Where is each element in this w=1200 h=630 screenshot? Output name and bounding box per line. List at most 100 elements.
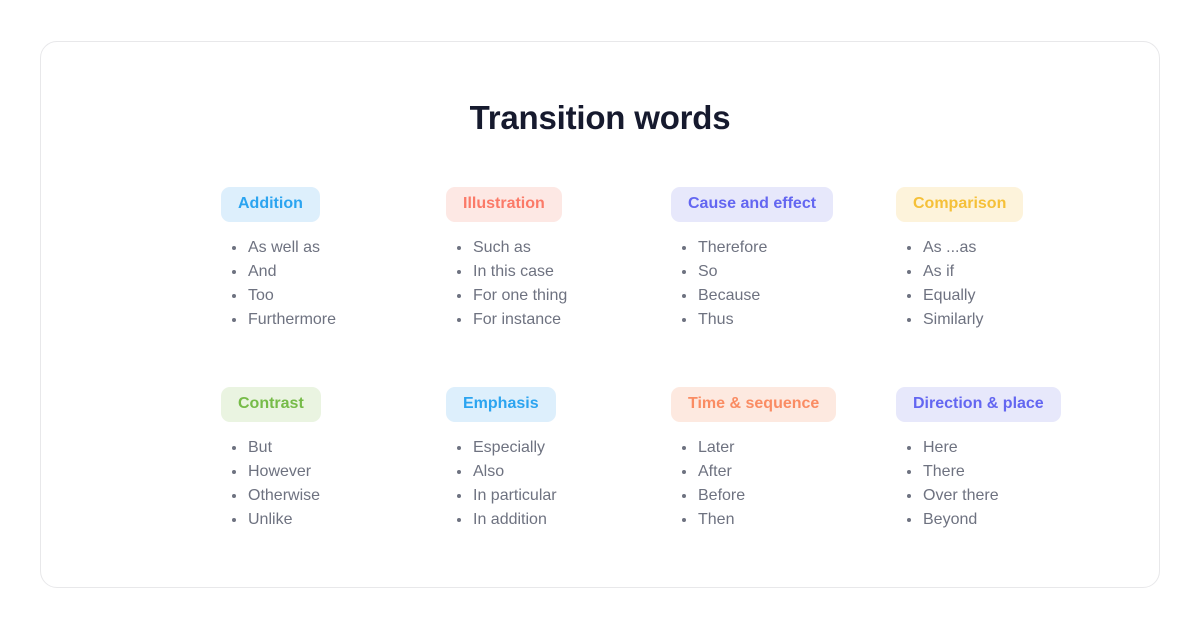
word-list: Here There Over there Beyond xyxy=(896,436,1081,532)
word-list: Especially Also In particular In addition xyxy=(446,436,631,532)
bullet-icon xyxy=(907,470,911,474)
word-list: As well as And Too Furthermore xyxy=(221,236,406,332)
list-item: Equally xyxy=(906,284,1081,308)
bullet-icon xyxy=(457,518,461,522)
bullet-icon xyxy=(682,470,686,474)
word-label: Before xyxy=(698,487,746,504)
list-item: And xyxy=(231,260,406,284)
list-item: Otherwise xyxy=(231,484,406,508)
page-title: Transition words xyxy=(469,99,731,136)
page-root: Transition words Addition As well as And To… xyxy=(0,0,1200,630)
word-label: Here xyxy=(923,439,958,456)
word-label: There xyxy=(923,463,965,480)
bullet-icon xyxy=(907,494,911,498)
word-label: However xyxy=(248,463,312,480)
bullet-icon xyxy=(682,318,686,322)
bullet-icon xyxy=(232,294,236,298)
word-label: Over there xyxy=(923,487,999,504)
category-pill[interactable]: Contrast xyxy=(221,387,321,422)
bullet-icon xyxy=(457,318,461,322)
word-label: Such as xyxy=(473,239,531,256)
bullet-icon xyxy=(682,246,686,250)
list-item: For instance xyxy=(456,308,631,332)
list-item: Over there xyxy=(906,484,1081,508)
bullet-icon xyxy=(232,470,236,474)
word-label: And xyxy=(248,263,277,280)
list-item: Before xyxy=(681,484,856,508)
bullet-icon xyxy=(907,246,911,250)
transition-words-card: Transition words Addition As well as And To… xyxy=(40,41,1160,588)
list-item: After xyxy=(681,460,856,484)
category-column: Time & sequence Later After Before Then xyxy=(631,387,856,587)
list-item: Also xyxy=(456,460,631,484)
list-item: Later xyxy=(681,436,856,460)
category-column: Addition As well as And Too Furthermore xyxy=(181,187,406,387)
bullet-icon xyxy=(907,518,911,522)
list-item: Then xyxy=(681,508,856,532)
bullet-icon xyxy=(907,446,911,450)
category-pill[interactable]: Addition xyxy=(221,187,320,222)
list-item: Too xyxy=(231,284,406,308)
word-list: Such as In this case For one thing For inst… xyxy=(446,236,631,332)
category-column: Contrast But However Otherwise Unlike xyxy=(181,387,406,587)
category-pill[interactable]: Direction & place xyxy=(896,387,1061,422)
word-label: Otherwise xyxy=(248,487,321,504)
bullet-icon xyxy=(232,518,236,522)
word-label: But xyxy=(248,439,273,456)
list-item: So xyxy=(681,260,856,284)
word-label: Beyond xyxy=(923,511,978,528)
word-label: Furthermore xyxy=(248,311,337,328)
list-item: As well as xyxy=(231,236,406,260)
list-item: Furthermore xyxy=(231,308,406,332)
list-item: There xyxy=(906,460,1081,484)
list-item: Similarly xyxy=(906,308,1081,332)
bullet-icon xyxy=(682,270,686,274)
bullet-icon xyxy=(457,294,461,298)
word-label: Therefore xyxy=(698,239,768,256)
category-grid: Addition As well as And Too Furthermore Illus… xyxy=(181,187,1081,587)
word-label: Similarly xyxy=(923,311,984,328)
bullet-icon xyxy=(232,270,236,274)
bullet-icon xyxy=(232,318,236,322)
category-pill[interactable]: Cause and effect xyxy=(671,187,834,222)
bullet-icon xyxy=(457,446,461,450)
list-item: Because xyxy=(681,284,856,308)
word-label: Then xyxy=(698,511,735,528)
word-label: So xyxy=(698,263,718,280)
bullet-icon xyxy=(682,446,686,450)
list-item: In particular xyxy=(456,484,631,508)
bullet-icon xyxy=(682,294,686,298)
list-item: Beyond xyxy=(906,508,1081,532)
word-label: Also xyxy=(473,463,505,480)
list-item: But xyxy=(231,436,406,460)
list-item: Thus xyxy=(681,308,856,332)
list-item: As if xyxy=(906,260,1081,284)
category-pill[interactable]: Time & sequence xyxy=(671,387,837,422)
bullet-icon xyxy=(457,270,461,274)
category-pill[interactable]: Comparison xyxy=(896,187,1024,222)
list-item: Therefore xyxy=(681,236,856,260)
category-pill[interactable]: Emphasis xyxy=(446,387,556,422)
bullet-icon xyxy=(907,294,911,298)
word-list: Later After Before Then xyxy=(671,436,856,532)
bullet-icon xyxy=(232,494,236,498)
word-label: In this case xyxy=(473,263,554,280)
list-item: However xyxy=(231,460,406,484)
category-column: Emphasis Especially Also In particular In ad… xyxy=(406,387,631,587)
word-label: In particular xyxy=(473,487,557,504)
bullet-icon xyxy=(907,270,911,274)
word-label: After xyxy=(698,463,732,480)
word-list: Therefore So Because Thus xyxy=(671,236,856,332)
bullet-icon xyxy=(682,518,686,522)
list-item: In addition xyxy=(456,508,631,532)
list-item: Such as xyxy=(456,236,631,260)
word-label: As well as xyxy=(248,239,321,256)
word-label: For one thing xyxy=(473,287,568,304)
list-item: For one thing xyxy=(456,284,631,308)
category-pill[interactable]: Illustration xyxy=(446,187,562,222)
word-label: Later xyxy=(698,439,735,456)
word-label: As ...as xyxy=(923,239,977,256)
bullet-icon xyxy=(682,494,686,498)
word-list: But However Otherwise Unlike xyxy=(221,436,406,532)
word-label: In addition xyxy=(473,511,547,528)
